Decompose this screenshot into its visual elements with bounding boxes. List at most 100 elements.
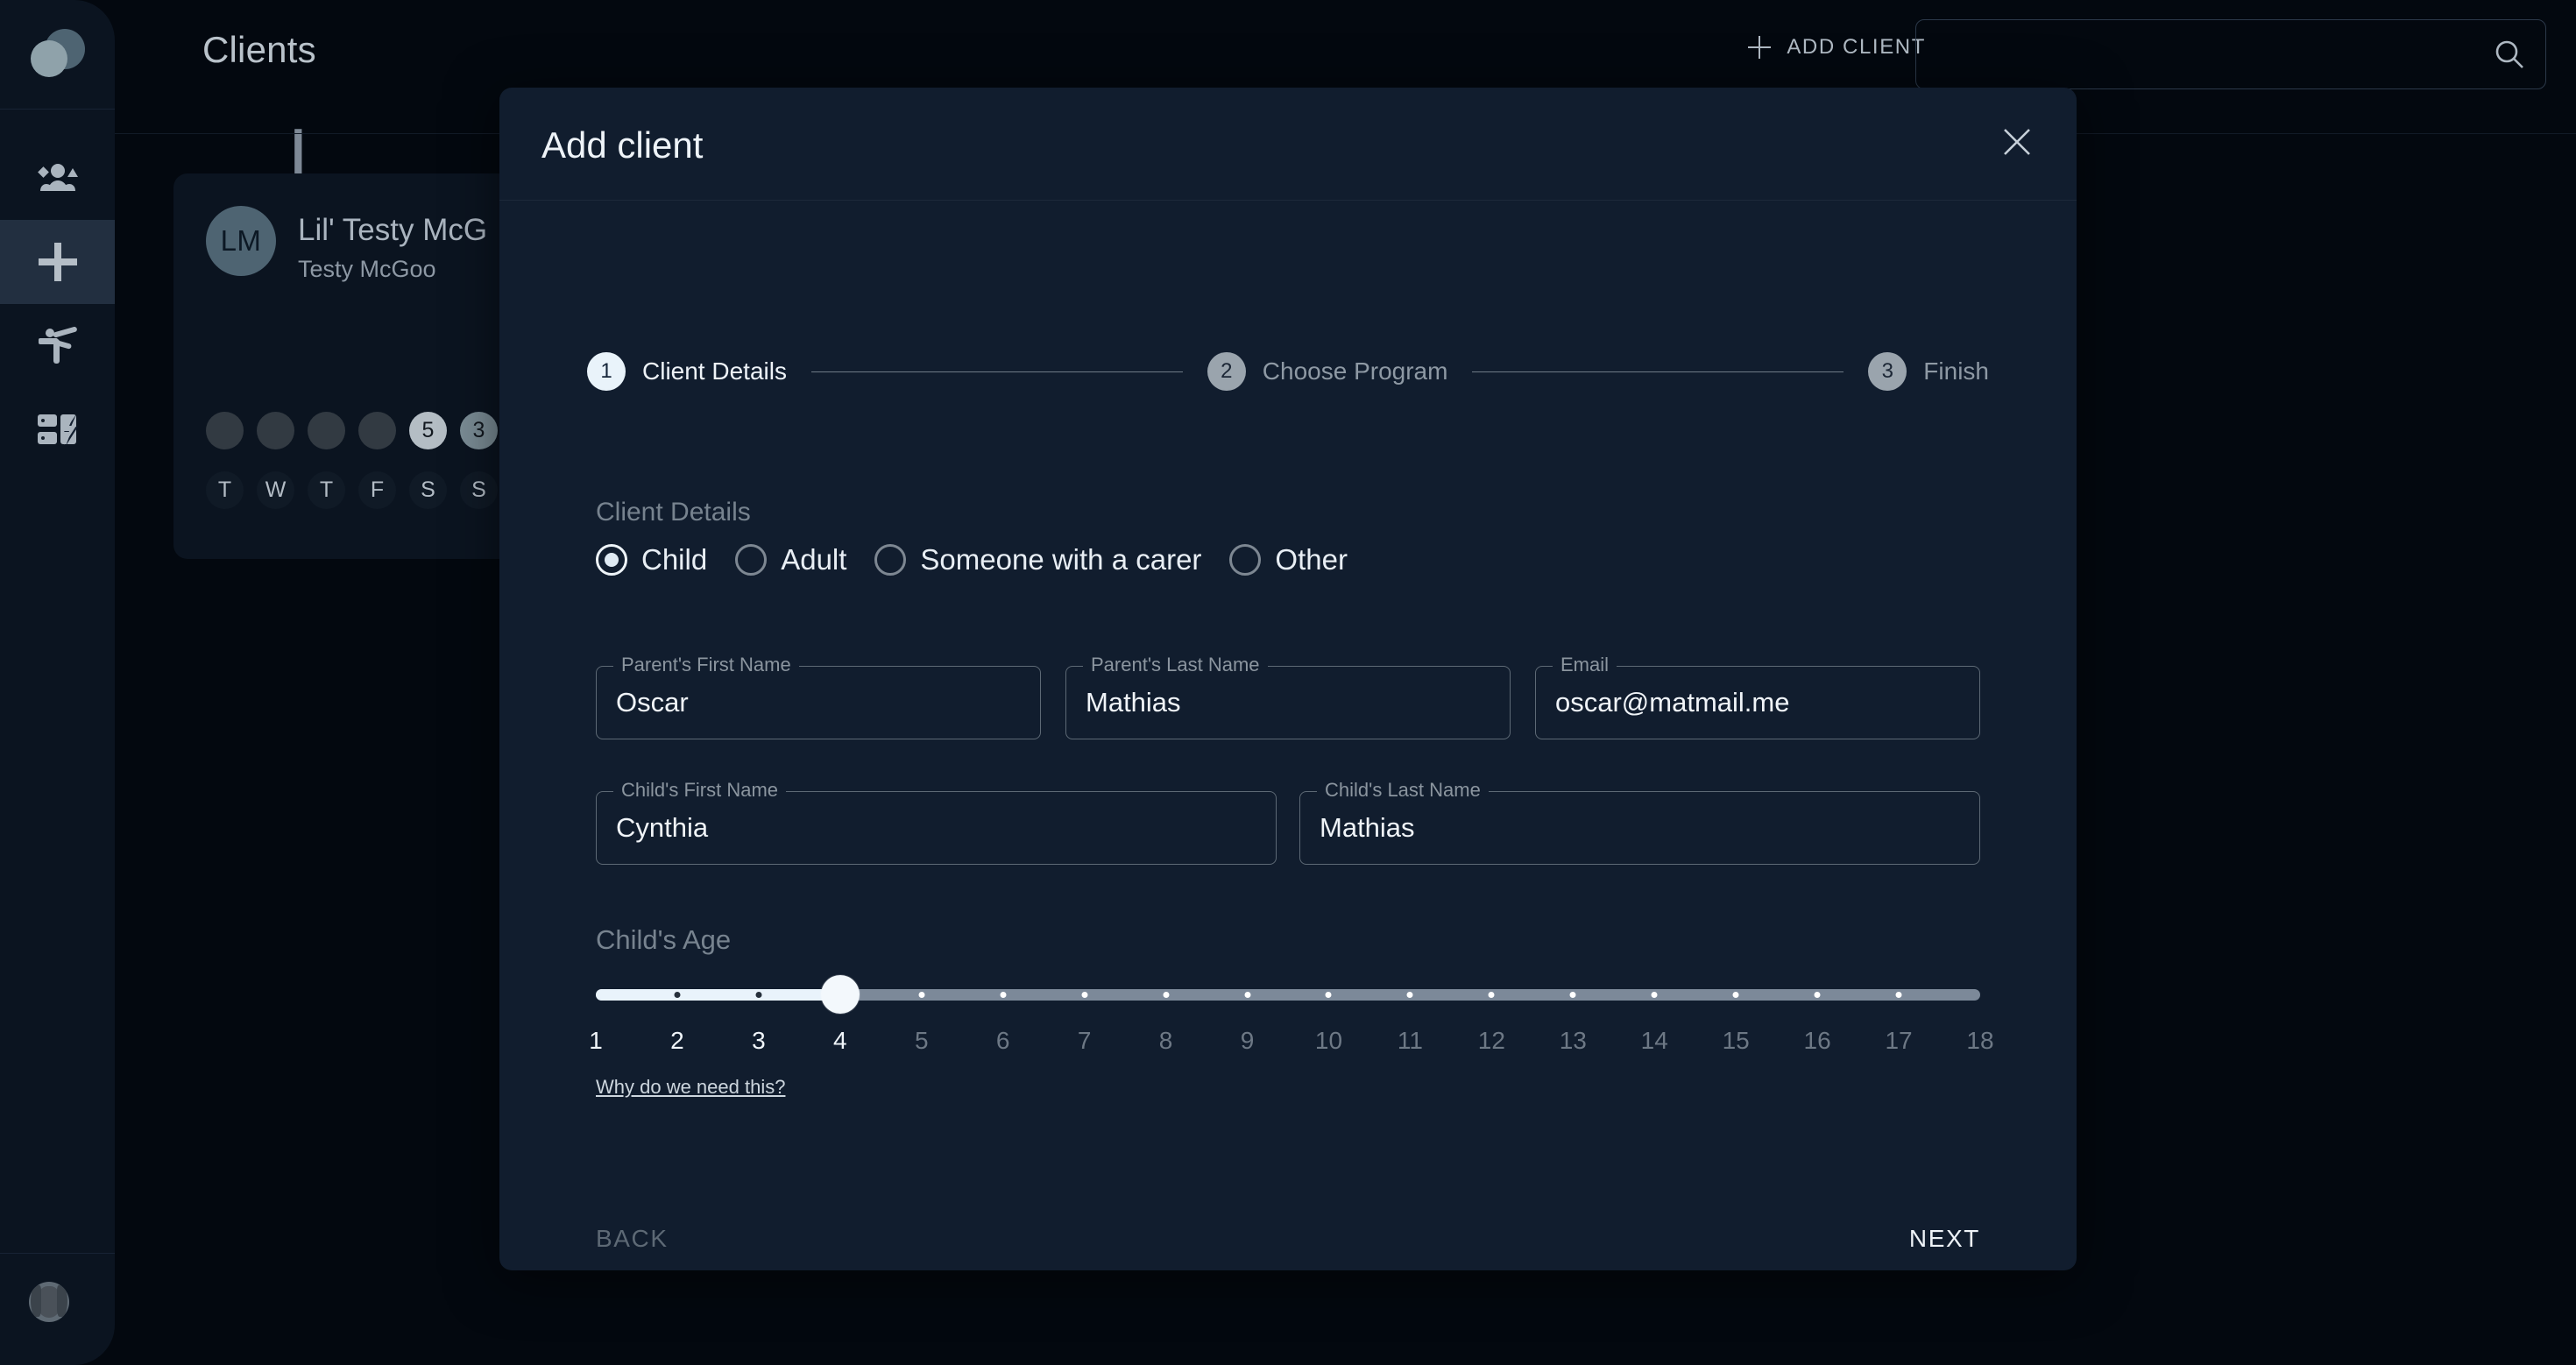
back-button[interactable]: BACK bbox=[596, 1225, 669, 1253]
childs-age-slider[interactable] bbox=[596, 975, 1980, 1019]
app-root: › Clients ADD CLIENT L LM Lil' Testy McG… bbox=[0, 0, 2576, 1365]
sidebar bbox=[0, 0, 115, 1365]
radio-option-someone-with-a-carer[interactable]: Someone with a carer bbox=[874, 543, 1201, 576]
sidebar-item-programs[interactable] bbox=[0, 304, 115, 388]
slider-scale-label[interactable]: 6 bbox=[996, 1027, 1010, 1055]
step-number: 3 bbox=[1868, 352, 1907, 391]
status-badge bbox=[308, 412, 345, 449]
search-icon[interactable] bbox=[2495, 39, 2524, 69]
slider-scale-label[interactable]: 5 bbox=[915, 1027, 929, 1055]
radio-label: Someone with a carer bbox=[920, 543, 1202, 576]
search-input[interactable] bbox=[1939, 20, 2465, 88]
childs-last-name-input[interactable] bbox=[1320, 792, 1967, 864]
slider-scale-label[interactable]: 1 bbox=[589, 1027, 603, 1055]
slider-tick bbox=[1569, 992, 1576, 998]
slider-tick bbox=[1895, 992, 1902, 998]
childs-age-label: Child's Age bbox=[596, 924, 732, 955]
parents-first-name-field[interactable]: Parent's First Name bbox=[596, 654, 1041, 739]
childs-last-name-field[interactable]: Child's Last Name bbox=[1299, 779, 1980, 865]
parents-first-name-input[interactable] bbox=[616, 667, 1028, 739]
step-choose-program[interactable]: 2 Choose Program bbox=[1207, 352, 1448, 391]
slider-scale-label[interactable]: 7 bbox=[1078, 1027, 1092, 1055]
avatar[interactable] bbox=[29, 1282, 69, 1322]
flash-cards-icon bbox=[37, 414, 78, 446]
slider-scale-label[interactable]: 3 bbox=[752, 1027, 766, 1055]
day-label: S bbox=[409, 471, 447, 509]
slider-tick bbox=[1732, 992, 1739, 998]
app-logo[interactable] bbox=[0, 0, 115, 109]
step-connector bbox=[810, 371, 1183, 372]
slider-tick bbox=[1406, 992, 1413, 998]
email-input[interactable] bbox=[1555, 667, 1967, 739]
radio-icon bbox=[1229, 544, 1262, 576]
radio-icon bbox=[596, 544, 627, 576]
client-subtitle: Testy McGoo bbox=[298, 256, 436, 282]
childs-first-name-field[interactable]: Child's First Name bbox=[596, 779, 1277, 865]
page-title: Clients bbox=[202, 29, 316, 70]
close-icon bbox=[2001, 126, 2033, 162]
slider-scale-label[interactable]: 8 bbox=[1159, 1027, 1173, 1055]
people-group-icon bbox=[37, 163, 78, 193]
plus-icon bbox=[38, 243, 77, 281]
sidebar-item-clients[interactable] bbox=[0, 136, 115, 220]
sidebar-divider-bottom bbox=[0, 1253, 115, 1254]
sidebar-item-drills[interactable] bbox=[0, 388, 115, 472]
day-label: F bbox=[358, 471, 396, 509]
slider-scale-label[interactable]: 12 bbox=[1478, 1027, 1505, 1055]
radio-label: Child bbox=[641, 543, 708, 576]
slider-scale-label[interactable]: 13 bbox=[1560, 1027, 1587, 1055]
list-item[interactable]: LM Lil' Testy McG Testy McGoo 5 3 T W T … bbox=[173, 173, 548, 559]
slider-scale-label[interactable]: 15 bbox=[1723, 1027, 1750, 1055]
next-button[interactable]: NEXT bbox=[1909, 1225, 1980, 1253]
step-label: Client Details bbox=[642, 357, 787, 385]
email-field[interactable]: Email bbox=[1535, 654, 1980, 739]
slider-tick bbox=[1163, 992, 1170, 998]
slider-scale-label[interactable]: 11 bbox=[1398, 1027, 1423, 1055]
step-number: 2 bbox=[1207, 352, 1246, 391]
childs-first-name-input[interactable] bbox=[616, 792, 1263, 864]
slider-tick bbox=[755, 992, 762, 998]
slider-tick bbox=[1325, 992, 1332, 998]
radio-option-child[interactable]: Child bbox=[596, 543, 707, 576]
parents-last-name-field[interactable]: Parent's Last Name bbox=[1065, 654, 1511, 739]
slider-track-fill bbox=[596, 989, 840, 1001]
slider-scale-label[interactable]: 18 bbox=[1966, 1027, 1993, 1055]
close-button[interactable] bbox=[1992, 119, 2042, 168]
modal-header-divider bbox=[499, 200, 2077, 201]
radio-option-adult[interactable]: Adult bbox=[735, 543, 846, 576]
slider-tick bbox=[1081, 992, 1088, 998]
radio-icon bbox=[874, 544, 907, 576]
slider-thumb[interactable] bbox=[820, 975, 860, 1014]
radio-label: Adult bbox=[781, 543, 847, 576]
slider-scale-label[interactable]: 17 bbox=[1885, 1027, 1912, 1055]
status-badge bbox=[206, 412, 244, 449]
parents-last-name-input[interactable] bbox=[1086, 667, 1497, 739]
slider-tick bbox=[1244, 992, 1251, 998]
search-box[interactable] bbox=[1915, 19, 2546, 89]
form-section-title: Client Details bbox=[596, 498, 751, 527]
slider-tick bbox=[1651, 992, 1658, 998]
radio-option-other[interactable]: Other bbox=[1229, 543, 1348, 576]
add-client-button[interactable]: ADD CLIENT bbox=[1748, 35, 1926, 60]
wizard-stepper: 1 Client Details 2 Choose Program 3 Fini… bbox=[587, 349, 1989, 394]
slider-tick bbox=[674, 992, 681, 998]
step-label: Choose Program bbox=[1262, 357, 1448, 385]
slider-scale-label[interactable]: 14 bbox=[1641, 1027, 1668, 1055]
step-connector bbox=[1472, 371, 1844, 372]
martial-arts-figure-icon bbox=[37, 327, 79, 365]
slider-scale-label[interactable]: 16 bbox=[1804, 1027, 1831, 1055]
slider-tick bbox=[1814, 992, 1821, 998]
slider-scale-label[interactable]: 10 bbox=[1315, 1027, 1342, 1055]
day-label: T bbox=[308, 471, 345, 509]
slider-scale-label[interactable]: 4 bbox=[833, 1027, 847, 1055]
slider-scale-label[interactable]: 9 bbox=[1241, 1027, 1255, 1055]
sidebar-item-add[interactable] bbox=[0, 220, 115, 304]
add-client-modal: Add client 1 Client Details 2 Choose Pro… bbox=[499, 88, 2077, 1270]
why-do-we-need-this-link[interactable]: Why do we need this? bbox=[596, 1076, 785, 1099]
slider-scale: 1 2 3 4 5 6 7 8 9 10 11 12 13 14 15 16 17 18 bbox=[589, 1027, 1993, 1062]
radio-label: Other bbox=[1275, 543, 1348, 576]
plus-icon bbox=[1748, 36, 1772, 59]
slider-scale-label[interactable]: 2 bbox=[670, 1027, 684, 1055]
step-client-details[interactable]: 1 Client Details bbox=[587, 352, 787, 391]
step-finish[interactable]: 3 Finish bbox=[1868, 352, 1989, 391]
